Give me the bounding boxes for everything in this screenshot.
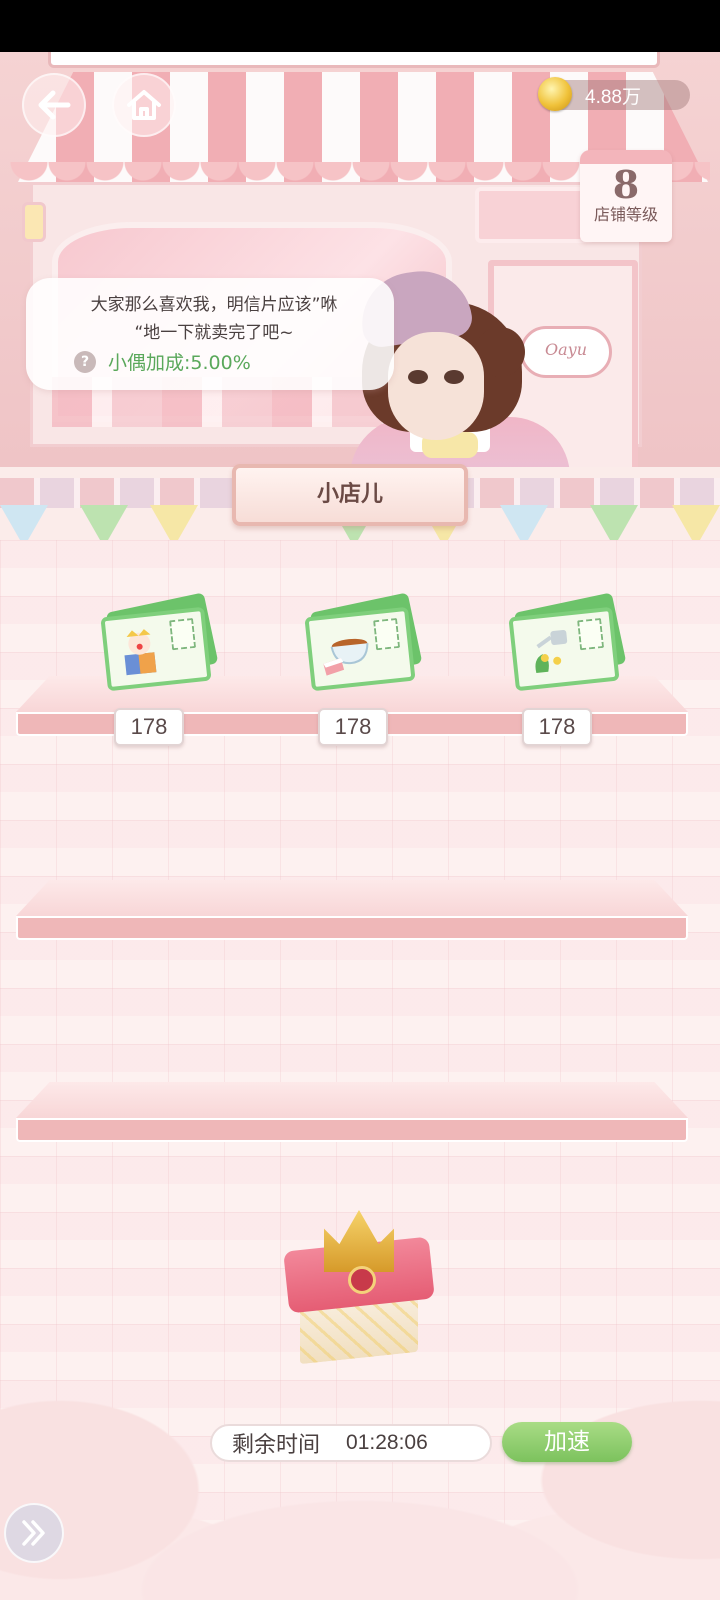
character-speech-bubble: 大家那么喜欢我，明信片应该”咻 “地一下就卖完了吧~ ? 小偶加成:5.00% [26, 278, 394, 390]
character-face [388, 332, 484, 440]
teacup-cake-icon [323, 638, 369, 676]
storefront-scene: Oayu [0, 52, 720, 467]
doll-bonus-row: ? 小偶加成:5.00% [74, 348, 251, 375]
help-icon[interactable]: ? [74, 350, 96, 373]
remaining-time-label: 剩余时间 [232, 1433, 321, 1458]
home-button[interactable] [112, 73, 176, 137]
shop-title-ribbon: 小店儿 [232, 464, 468, 526]
gift-gem [348, 1266, 376, 1294]
back-arrow-icon [38, 90, 71, 120]
remaining-time-value: 01:28:06 [346, 1431, 428, 1454]
watering-can-flower-icon [535, 629, 568, 674]
postcard-front [100, 606, 212, 692]
shop-level-label: 店铺等级 [593, 205, 658, 224]
heart-sign-board [475, 187, 595, 243]
speech-text: 大家那么喜欢我，明信片应该”咻 [44, 290, 384, 320]
shelf-front [16, 1118, 688, 1142]
double-chevron-right-icon [22, 1520, 45, 1546]
shop-level-number: 8 [612, 162, 640, 207]
postcard-front [304, 606, 416, 692]
postcard-item-teacup[interactable] [294, 592, 424, 696]
shelf-front [16, 916, 688, 940]
currency-amount: 4.88万 [585, 87, 641, 108]
display-shelf-2 [16, 880, 688, 944]
character-left-eye [408, 370, 428, 384]
stamp-icon [373, 617, 401, 651]
postcard-item-jack-in-the-box[interactable] [90, 592, 220, 696]
status-bar [0, 0, 720, 52]
shop-level-badge[interactable]: 8 店铺等级 [580, 150, 672, 242]
shelf-surface [16, 880, 688, 916]
speech-line-2: “地一下就卖完了吧~ [134, 323, 294, 343]
doll-bonus-text: 小偶加成:5.00% [108, 352, 251, 374]
stamp-icon [169, 617, 197, 651]
speech-text-2: “地一下就卖完了吧~ [44, 318, 384, 348]
gold-coin-icon [538, 77, 572, 111]
crown-gift-box[interactable] [280, 1208, 440, 1368]
bottom-clouds [0, 1380, 720, 1600]
crown-icon [324, 1210, 394, 1272]
item-count-box: 178 [114, 708, 184, 746]
jack-in-the-box-icon [124, 629, 157, 676]
remaining-time-display: 剩余时间 01:28:06 [210, 1424, 492, 1462]
item-count-box: 178 [318, 708, 388, 746]
character-right-eye [444, 370, 464, 384]
postcard-item-watering-can[interactable] [498, 592, 628, 696]
wall-lamp [22, 202, 46, 242]
shelf-surface [16, 1082, 688, 1118]
postcard-front [508, 606, 620, 692]
back-button[interactable] [22, 73, 86, 137]
speech-line-1: 大家那么喜欢我，明信片应该”咻 [90, 295, 338, 315]
fast-forward-button[interactable] [4, 1503, 64, 1563]
item-count-box: 178 [522, 708, 592, 746]
home-icon [127, 90, 161, 120]
display-shelf-3 [16, 1082, 688, 1146]
stamp-icon [577, 617, 605, 651]
storefront-sign-strip [48, 52, 660, 68]
speed-up-button[interactable]: 加速 [502, 1422, 632, 1462]
